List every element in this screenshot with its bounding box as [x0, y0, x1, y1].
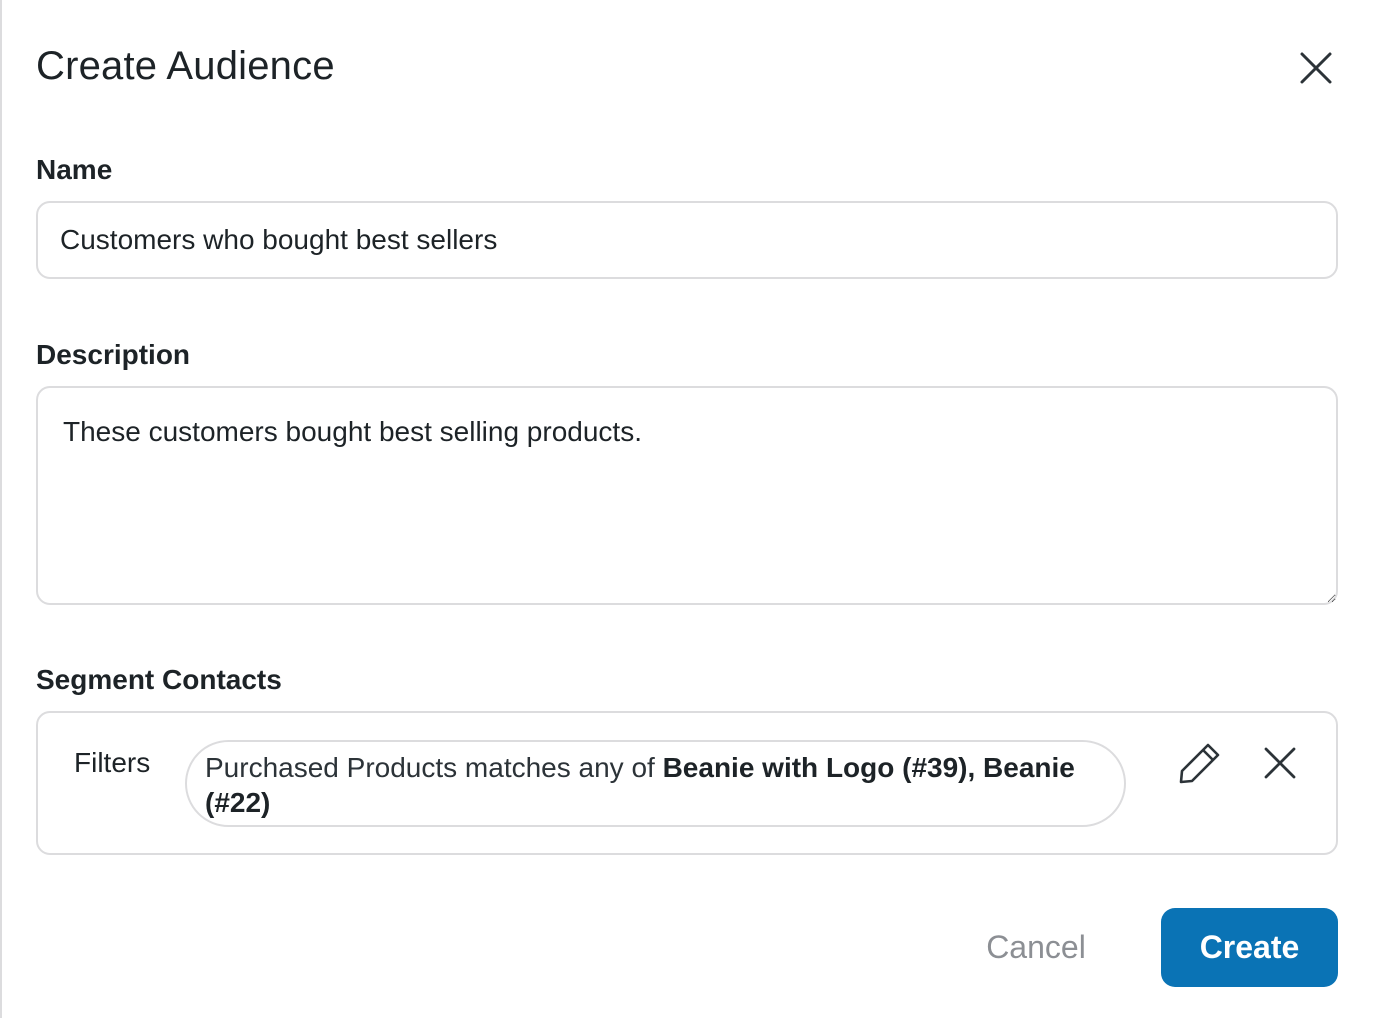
remove-filter-button[interactable] — [1256, 741, 1304, 789]
pencil-icon — [1178, 741, 1222, 790]
name-label: Name — [36, 154, 113, 185]
segment-filters-box: Filters Purchased Products matches any o… — [36, 711, 1338, 855]
close-dialog-button[interactable] — [1294, 48, 1338, 92]
dialog-title: Create Audience — [36, 44, 335, 88]
name-input[interactable] — [36, 201, 1338, 279]
edit-filter-button[interactable] — [1174, 739, 1226, 791]
close-icon — [1299, 51, 1333, 90]
filters-label: Filters — [74, 747, 151, 778]
filter-condition-text: Purchased Products matches any of — [205, 752, 663, 783]
close-icon — [1264, 747, 1296, 784]
description-textarea[interactable]: These customers bought best selling prod… — [36, 386, 1338, 605]
segment-contacts-label: Segment Contacts — [36, 664, 282, 695]
create-button[interactable]: Create — [1161, 908, 1338, 987]
create-audience-dialog: Create Audience Name Description These c… — [0, 0, 1375, 1018]
description-label: Description — [36, 339, 191, 370]
cancel-button[interactable]: Cancel — [964, 908, 1108, 987]
filter-condition-pill[interactable]: Purchased Products matches any of Beanie… — [185, 740, 1126, 827]
